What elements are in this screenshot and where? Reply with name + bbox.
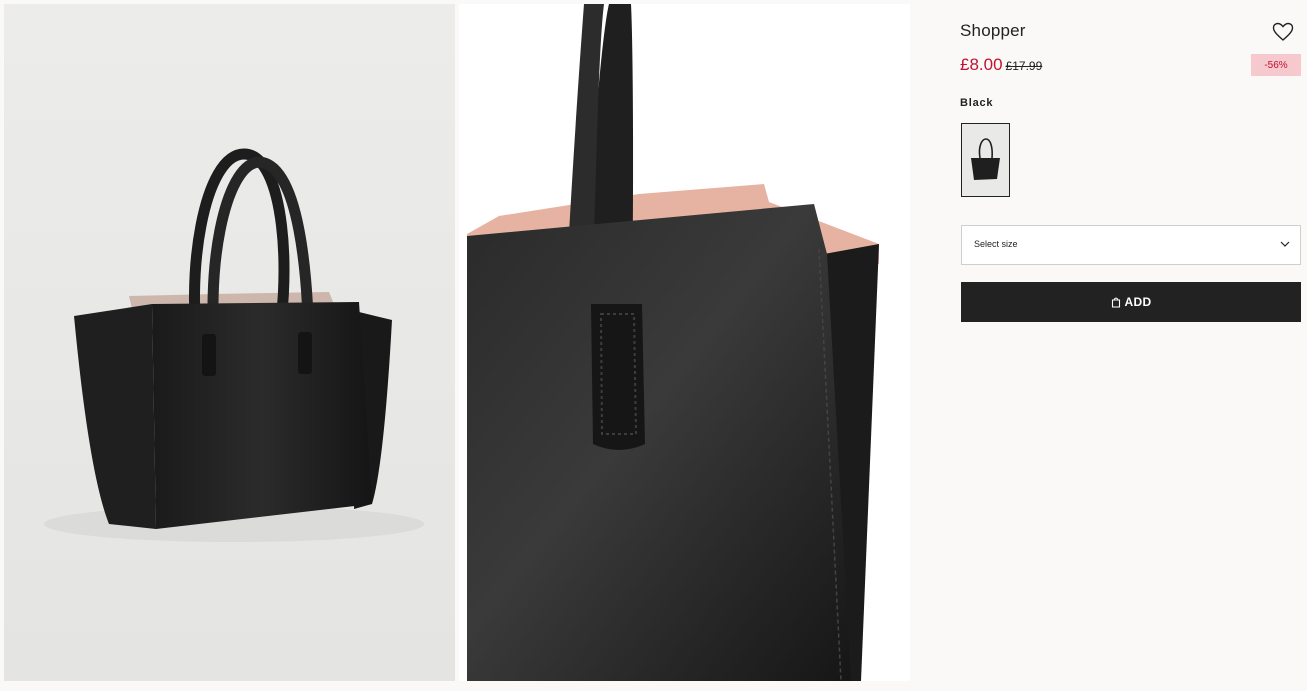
original-price: £17.99 (1005, 59, 1043, 73)
color-swatch-black[interactable] (961, 123, 1010, 197)
add-button-label: ADD (1124, 295, 1152, 309)
price-row: £8.00 £17.99 (960, 55, 1042, 75)
product-title: Shopper (960, 21, 1026, 40)
product-image-main[interactable] (4, 4, 455, 681)
shopping-bag-icon (1111, 297, 1120, 308)
chevron-down-icon (1280, 241, 1290, 247)
bag-photo-full (4, 4, 455, 681)
bag-photo-detail (459, 4, 910, 681)
product-details: Shopper £8.00 £17.99 -56% Black Select si… (960, 0, 1301, 691)
sale-price: £8.00 (960, 55, 1003, 74)
product-page: Shopper £8.00 £17.99 -56% Black Select si… (0, 0, 1307, 691)
product-image-detail[interactable] (459, 4, 910, 681)
color-name: Black (960, 97, 994, 109)
size-select[interactable]: Select size (961, 225, 1301, 265)
discount-badge: -56% (1251, 54, 1301, 76)
heart-icon[interactable] (1272, 22, 1294, 42)
swatch-thumbnail (962, 124, 1009, 196)
size-select-placeholder: Select size (974, 239, 1018, 249)
add-to-bag-button[interactable]: ADD (961, 282, 1301, 322)
